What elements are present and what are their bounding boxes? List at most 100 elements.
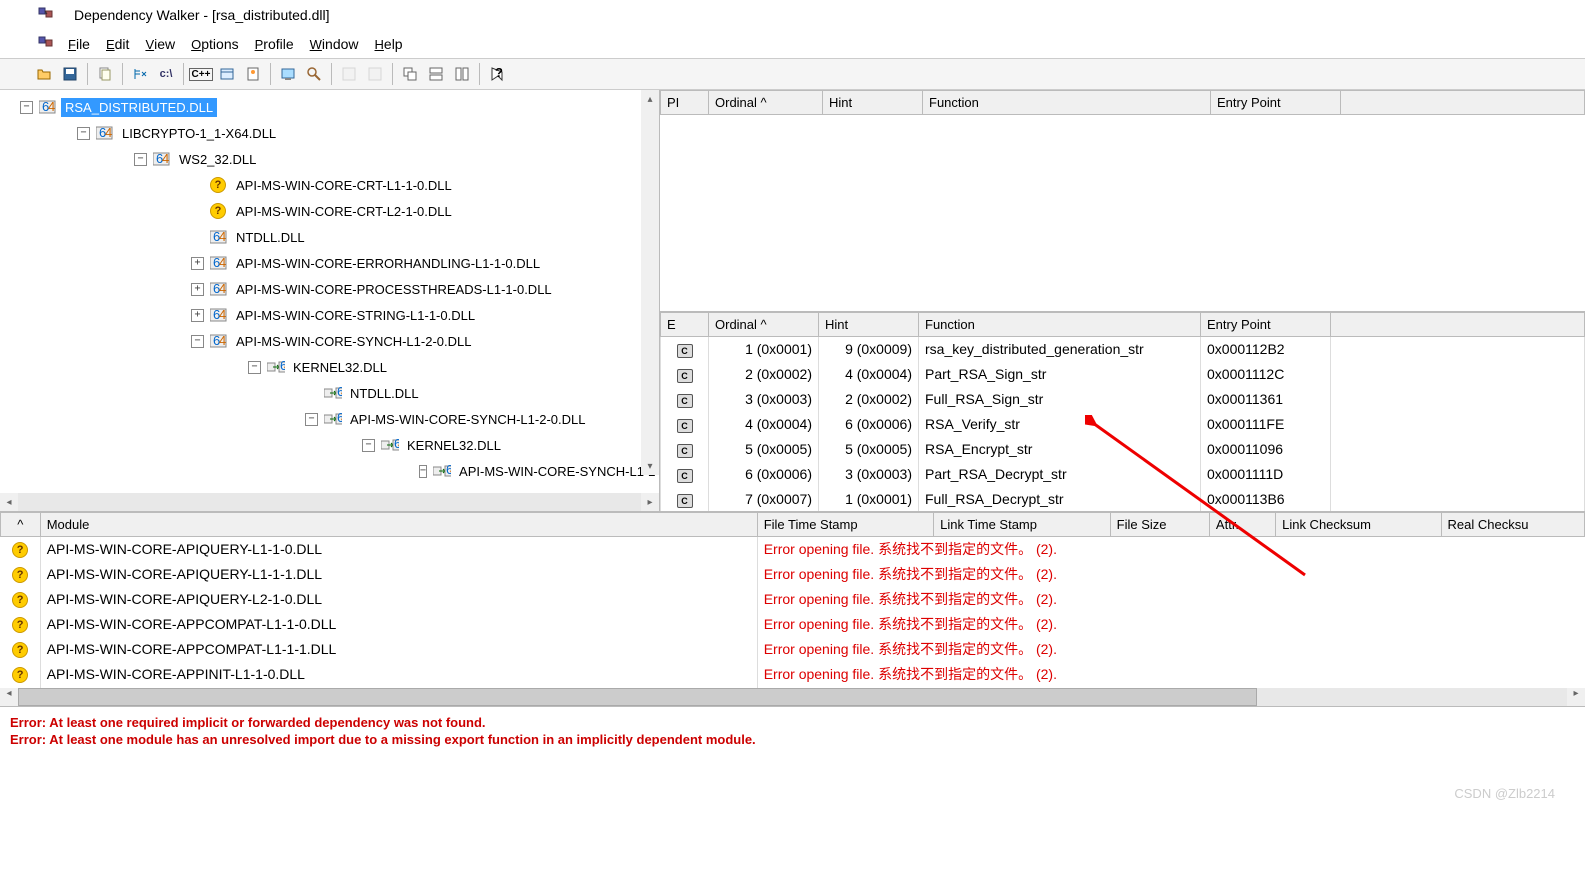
c-export-icon: C	[677, 494, 693, 508]
menu-profile[interactable]: Profile	[247, 32, 302, 56]
menu-edit[interactable]: Edit	[98, 32, 137, 56]
module-icon: 64	[210, 308, 228, 322]
tree-toggle[interactable]: +	[191, 283, 204, 296]
imports-header-cell[interactable]: Entry Point	[1211, 91, 1341, 115]
tree-toggle[interactable]: −	[305, 413, 318, 426]
module-row[interactable]: ?API-MS-WIN-CORE-APPCOMPAT-L1-1-1.DLLErr…	[1, 637, 1585, 662]
auto-expand-button[interactable]	[128, 62, 152, 86]
tree-node[interactable]: −64API-MS-WIN-CORE-SYNCH-L1-2-0.DLL	[128, 328, 659, 354]
tree-toggle[interactable]: −	[419, 465, 427, 478]
module-header-cell[interactable]: Link Time Stamp	[934, 513, 1110, 537]
dependency-tree[interactable]: −64RSA_DISTRIBUTED.DLL−64LIBCRYPTO-1_1-X…	[0, 90, 659, 493]
title-bar: Dependency Walker - [rsa_distributed.dll…	[0, 0, 1585, 30]
module-header-cell[interactable]: Link Checksum	[1276, 513, 1441, 537]
save-button[interactable]	[58, 62, 82, 86]
module-error: Error opening file. 系统找不到指定的文件。 (2).	[757, 612, 1584, 637]
tree-label: API-MS-WIN-CORE-SYNCH-L1-2-	[455, 462, 659, 481]
module-header-cell[interactable]: Module	[40, 513, 757, 537]
menu-view[interactable]: View	[137, 32, 183, 56]
exports-pane: EOrdinal ^HintFunctionEntry Point C1 (0x…	[660, 312, 1585, 511]
exports-header-cell[interactable]: Hint	[819, 313, 919, 337]
imports-header-cell[interactable]: PI	[661, 91, 709, 115]
tree-node[interactable]: 64NTDLL.DLL	[128, 224, 659, 250]
exports-row[interactable]: C4 (0x0004)6 (0x0006)RSA_Verify_str0x000…	[661, 412, 1585, 437]
tree-toggle[interactable]: −	[134, 153, 147, 166]
exports-row[interactable]: C2 (0x0002)4 (0x0004)Part_RSA_Sign_str0x…	[661, 362, 1585, 387]
module-hscrollbar[interactable]: ◂ ▸	[0, 688, 1585, 706]
svg-text:4: 4	[219, 308, 226, 322]
module-row[interactable]: ?API-MS-WIN-CORE-APIQUERY-L1-1-0.DLLErro…	[1, 537, 1585, 562]
tile-horizontal-button[interactable]	[424, 62, 448, 86]
tree-node[interactable]: −64RSA_DISTRIBUTED.DLL	[14, 94, 659, 120]
exports-row[interactable]: C1 (0x0001)9 (0x0009)rsa_key_distributed…	[661, 337, 1585, 362]
module-header-cell[interactable]: File Time Stamp	[757, 513, 933, 537]
tree-toggle[interactable]: −	[20, 101, 33, 114]
undecorate-button[interactable]: C++	[189, 62, 213, 86]
tree-toggle[interactable]: +	[191, 257, 204, 270]
find-button[interactable]	[302, 62, 326, 86]
exports-header-cell[interactable]: E	[661, 313, 709, 337]
menu-file[interactable]: File	[60, 32, 98, 56]
tree-node[interactable]: +64API-MS-WIN-CORE-PROCESSTHREADS-L1-1-0…	[128, 276, 659, 302]
tree-vscrollbar[interactable]: ▴ ▾	[641, 90, 659, 475]
menu-window[interactable]: Window	[302, 32, 367, 56]
tree-node[interactable]: −64KERNEL32.DLL	[242, 432, 659, 458]
imports-table[interactable]: PIOrdinal ^HintFunctionEntry Point	[660, 90, 1585, 115]
tree-node[interactable]: −64LIBCRYPTO-1_1-X64.DLL	[52, 120, 659, 146]
exports-row[interactable]: C3 (0x0003)2 (0x0002)Full_RSA_Sign_str0x…	[661, 387, 1585, 412]
imports-header-cell[interactable]: Ordinal ^	[709, 91, 823, 115]
tree-toggle[interactable]: −	[77, 127, 90, 140]
cascade-button[interactable]	[398, 62, 422, 86]
tree-toggle[interactable]: −	[191, 335, 204, 348]
tree-toggle[interactable]: −	[248, 361, 261, 374]
system-info-button[interactable]	[276, 62, 300, 86]
menu-help[interactable]: Help	[367, 32, 411, 56]
properties-button[interactable]	[241, 62, 265, 86]
exports-table[interactable]: EOrdinal ^HintFunctionEntry Point C1 (0x…	[660, 312, 1585, 511]
imports-header-cell[interactable]: Function	[923, 91, 1211, 115]
tree-node[interactable]: −64API-MS-WIN-CORE-SYNCH-L1-2-0.DLL	[204, 406, 659, 432]
exports-row[interactable]: C5 (0x0005)5 (0x0005)RSA_Encrypt_str0x00…	[661, 437, 1585, 462]
tree-node[interactable]: 64NTDLL.DLL	[204, 380, 659, 406]
tree-toggle[interactable]: +	[191, 309, 204, 322]
module-header-cell[interactable]: File Size	[1110, 513, 1209, 537]
svg-text:4: 4	[219, 282, 226, 296]
module-row[interactable]: ?API-MS-WIN-CORE-APIQUERY-L1-1-1.DLLErro…	[1, 562, 1585, 587]
tree-node[interactable]: −64KERNEL32.DLL	[166, 354, 659, 380]
module-row[interactable]: ?API-MS-WIN-CORE-APIQUERY-L2-1-0.DLLErro…	[1, 587, 1585, 612]
copy-button[interactable]	[93, 62, 117, 86]
module-list-pane: ^ModuleFile Time StampLink Time StampFil…	[0, 512, 1585, 707]
module-header-cell[interactable]: Attr.	[1209, 513, 1275, 537]
forward-module-icon: 64	[433, 464, 451, 478]
tree-node[interactable]: ?API-MS-WIN-CORE-CRT-L1-1-0.DLL	[128, 172, 659, 198]
exports-row[interactable]: C6 (0x0006)3 (0x0003)Part_RSA_Decrypt_st…	[661, 462, 1585, 487]
tile-vertical-button[interactable]	[450, 62, 474, 86]
module-row[interactable]: ?API-MS-WIN-CORE-APPCOMPAT-L1-1-0.DLLErr…	[1, 612, 1585, 637]
tree-hscrollbar[interactable]: ◂ ▸	[0, 493, 659, 511]
imports-header-cell[interactable]: Hint	[823, 91, 923, 115]
help-button[interactable]: ?	[485, 62, 509, 86]
module-header-cell[interactable]: ^	[1, 513, 41, 537]
module-header-cell[interactable]: Real Checksu	[1441, 513, 1584, 537]
exports-header-cell[interactable]: Entry Point	[1201, 313, 1331, 337]
tree-node[interactable]: −64 API-MS-WIN-CORE-SYNCH-L1-2-	[280, 458, 659, 484]
tree-node[interactable]: ?API-MS-WIN-CORE-CRT-L2-1-0.DLL	[128, 198, 659, 224]
module-row[interactable]: ?API-MS-WIN-CORE-APPINIT-L1-1-0.DLLError…	[1, 662, 1585, 687]
view-module-button[interactable]	[215, 62, 239, 86]
log-pane: Error: At least one required implicit or…	[0, 707, 1585, 755]
tree-node[interactable]: −64WS2_32.DLL	[90, 146, 659, 172]
menu-options[interactable]: Options	[183, 32, 246, 56]
tree-node[interactable]: +64API-MS-WIN-CORE-STRING-L1-1-0.DLL	[128, 302, 659, 328]
module-list-table[interactable]: ^ModuleFile Time StampLink Time StampFil…	[0, 512, 1585, 688]
tree-toggle[interactable]: −	[362, 439, 375, 452]
configure-search-order-button[interactable]	[337, 62, 361, 86]
exports-header-cell[interactable]: Function	[919, 313, 1201, 337]
clear-log-button[interactable]	[363, 62, 387, 86]
app-icon	[38, 7, 54, 23]
exports-header-cell[interactable]: Ordinal ^	[709, 313, 819, 337]
full-paths-button[interactable]: c:\	[154, 62, 178, 86]
open-button[interactable]	[32, 62, 56, 86]
tree-node[interactable]: +64API-MS-WIN-CORE-ERRORHANDLING-L1-1-0.…	[128, 250, 659, 276]
exports-row[interactable]: C7 (0x0007)1 (0x0001)Full_RSA_Decrypt_st…	[661, 487, 1585, 512]
module-name: API-MS-WIN-CORE-APPCOMPAT-L1-1-0.DLL	[40, 612, 757, 637]
